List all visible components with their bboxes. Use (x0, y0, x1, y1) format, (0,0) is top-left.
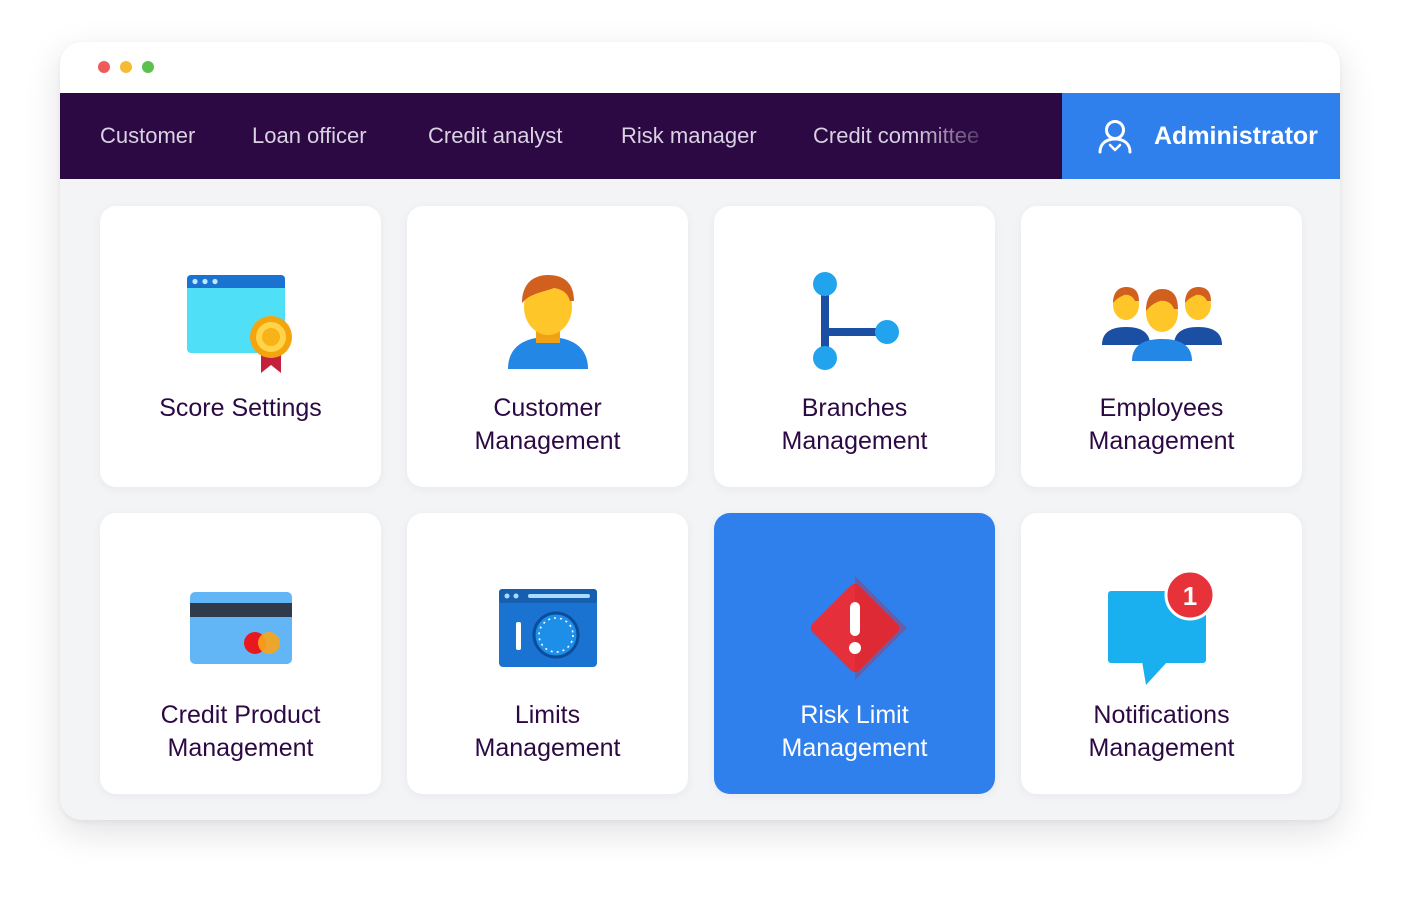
notification-icon: 1 (1107, 569, 1215, 685)
user-icon (507, 275, 588, 369)
tile-credit-product-management[interactable]: Credit Product Management (100, 513, 381, 794)
credit-card-icon (189, 592, 292, 664)
branches-icon (812, 272, 899, 370)
certificate-icon (186, 275, 292, 373)
tile-label: Employees Management (1088, 394, 1235, 455)
nav-item-loan-officer[interactable]: Loan officer (252, 93, 367, 179)
notification-badge-count: 1 (1182, 581, 1196, 611)
nav-item-credit-committee[interactable]: Credit committee (813, 93, 979, 179)
employees-icon (1101, 287, 1222, 361)
warning-icon (810, 576, 907, 680)
tile-limits-management[interactable]: Limits Management (407, 513, 688, 794)
limits-icon (498, 589, 597, 667)
tile-employees-management[interactable]: Employees Management (1021, 206, 1302, 487)
minimize-window-button[interactable] (120, 61, 132, 73)
role-navbar: Customer Loan officer Credit analyst Ris… (60, 93, 1340, 179)
tile-label: Notifications Management (1088, 701, 1235, 762)
tile-notifications-management[interactable]: 1 Notifications Management (1021, 513, 1302, 794)
title-bar (60, 42, 1340, 93)
tile-label: Customer Management (474, 394, 621, 455)
tile-customer-management[interactable]: Customer Management (407, 206, 688, 487)
close-window-button[interactable] (98, 61, 110, 73)
tile-score-settings[interactable]: Score Settings (100, 206, 381, 487)
tile-label: Branches Management (781, 394, 928, 455)
maximize-window-button[interactable] (142, 61, 154, 73)
tile-risk-limit-management[interactable]: Risk Limit Management (714, 513, 995, 794)
nav-item-administrator[interactable]: Administrator (1062, 93, 1340, 179)
nav-item-credit-analyst[interactable]: Credit analyst (428, 93, 563, 179)
app-window: Customer Loan officer Credit analyst Ris… (60, 42, 1340, 820)
nav-item-customer[interactable]: Customer (100, 93, 195, 179)
tile-label: Limits Management (474, 701, 621, 762)
tile-label: Credit Product Management (160, 701, 321, 762)
tile-label: Score Settings (159, 394, 322, 422)
nav-item-risk-manager[interactable]: Risk manager (621, 93, 757, 179)
administrator-label: Administrator (1154, 122, 1318, 150)
tile-branches-management[interactable]: Branches Management (714, 206, 995, 487)
user-outline-icon (1098, 120, 1132, 154)
tile-label: Risk Limit Management (781, 701, 928, 762)
